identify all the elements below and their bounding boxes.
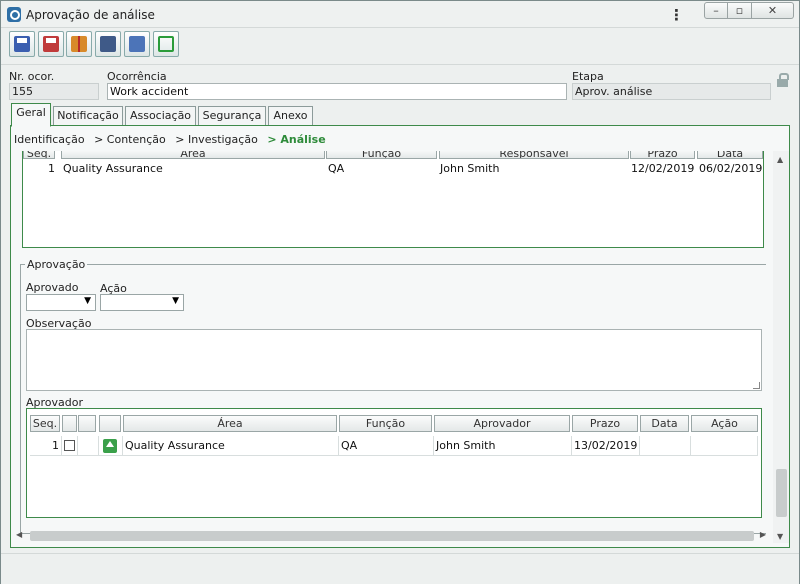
- gift-button[interactable]: [66, 31, 92, 57]
- acao-selected-value: [101, 295, 103, 308]
- row-prazo: 12/02/2019: [631, 162, 695, 175]
- binoculars-icon: [100, 36, 116, 52]
- column-header-acao[interactable]: Ação: [691, 415, 758, 432]
- refresh-button[interactable]: [153, 31, 179, 57]
- ocorrencia-field[interactable]: Work accident: [107, 83, 567, 100]
- vertical-scrollbar[interactable]: ▲ ▼: [773, 151, 789, 543]
- tab-anexo[interactable]: Anexo: [268, 106, 313, 126]
- app-logo-icon: [7, 7, 21, 22]
- aprovador-grid: Seq. Área Função Aprovador Prazo Data Aç…: [26, 408, 762, 518]
- nr-ocor-field: 155: [9, 83, 99, 100]
- save-button[interactable]: [9, 31, 35, 57]
- column-header-area[interactable]: Área: [61, 151, 325, 159]
- row-area: Quality Assurance: [63, 162, 163, 175]
- row-acao: [691, 436, 758, 456]
- column-header-status[interactable]: [99, 415, 121, 432]
- save-and-exit-icon: [43, 36, 59, 52]
- tab-associacao[interactable]: Associação: [125, 106, 196, 126]
- column-header-prazo[interactable]: Prazo: [572, 415, 638, 432]
- minimize-button[interactable]: –: [704, 2, 728, 19]
- column-header-seq[interactable]: Seq.: [23, 151, 55, 159]
- more-options-icon[interactable]: ⋮: [669, 6, 684, 24]
- column-header-prazo[interactable]: Prazo: [630, 151, 695, 159]
- scroll-right-icon[interactable]: ▶: [760, 530, 766, 539]
- row-funcao: QA: [339, 436, 434, 456]
- status-bar: [1, 553, 799, 584]
- row-data: 06/02/2019: [699, 162, 763, 175]
- row-prazo: 13/02/2019: [572, 436, 640, 456]
- aprovado-selected-value: [27, 295, 29, 308]
- row-data: [640, 436, 691, 456]
- scroll-left-icon[interactable]: ◀: [16, 530, 22, 539]
- resize-grip-icon[interactable]: [753, 382, 760, 389]
- breadcrumb-item-contencao[interactable]: > Contenção: [94, 133, 166, 146]
- breadcrumb-item-investigacao[interactable]: > Investigação: [175, 133, 258, 146]
- arrow-up-icon: [103, 439, 117, 453]
- row-area: Quality Assurance: [123, 436, 339, 456]
- close-button[interactable]: ✕: [752, 2, 794, 19]
- scrollbar-thumb[interactable]: [776, 469, 787, 517]
- aprovado-label: Aprovado: [26, 281, 79, 294]
- column-header-funcao[interactable]: Função: [326, 151, 437, 159]
- approval-window: Aprovação de análise ⋮ – ▫ ✕ Nr. ocor. 1…: [0, 0, 800, 584]
- save-and-exit-button[interactable]: [38, 31, 64, 57]
- save-icon: [14, 36, 30, 52]
- refresh-icon: [158, 36, 174, 52]
- breadcrumb: Identificação > Contenção > Investigação…: [14, 133, 332, 146]
- user-icon: [129, 36, 145, 52]
- column-header-area[interactable]: Área: [123, 415, 337, 432]
- row-checkbox-cell: [62, 436, 78, 456]
- breadcrumb-item-identificacao[interactable]: Identificação: [14, 133, 85, 146]
- approve-checkbox[interactable]: [64, 440, 75, 451]
- row-seq: 1: [48, 162, 55, 175]
- etapa-field: Aprov. análise: [572, 83, 771, 100]
- acao-select[interactable]: ▼: [100, 294, 184, 311]
- row-aprovador: John Smith: [434, 436, 572, 456]
- column-header-responsavel[interactable]: Responsável: [439, 151, 629, 159]
- maximize-button[interactable]: ▫: [728, 2, 752, 19]
- column-header-seq[interactable]: Seq.: [30, 415, 60, 432]
- gift-icon: [71, 36, 87, 52]
- nr-ocor-label: Nr. ocor.: [9, 70, 55, 83]
- row-seq: 1: [30, 436, 62, 456]
- ocorrencia-label: Ocorrência: [107, 70, 167, 83]
- column-header-data[interactable]: Data: [640, 415, 689, 432]
- tab-geral[interactable]: Geral: [11, 103, 51, 127]
- column-header-check[interactable]: [62, 415, 77, 432]
- row-blank-cell: [78, 436, 99, 456]
- row-responsavel: John Smith: [440, 162, 500, 175]
- tab-notificacao[interactable]: Notificação: [53, 106, 123, 126]
- window-title: Aprovação de análise: [26, 8, 155, 22]
- column-header-data[interactable]: Data: [697, 151, 763, 159]
- horizontal-scrollbar-thumb[interactable]: [30, 531, 754, 541]
- scroll-down-icon[interactable]: ▼: [777, 532, 783, 541]
- horizontal-scrollbar[interactable]: ◀ ▶: [10, 530, 768, 542]
- tab-seguranca[interactable]: Segurança: [198, 106, 266, 126]
- user-button[interactable]: [124, 31, 150, 57]
- row-funcao: QA: [328, 162, 345, 175]
- title-bar: Aprovação de análise ⋮ – ▫ ✕: [1, 1, 799, 28]
- toolbar-divider: [1, 64, 799, 65]
- column-header-aprovador[interactable]: Aprovador: [434, 415, 570, 432]
- chevron-down-icon: ▼: [84, 296, 91, 306]
- chevron-down-icon: ▼: [172, 296, 179, 306]
- observacao-textarea[interactable]: [26, 329, 762, 391]
- etapa-label: Etapa: [572, 70, 604, 83]
- aprovacao-legend: Aprovação: [25, 258, 88, 271]
- row-status-cell: [99, 436, 123, 456]
- scroll-up-icon[interactable]: ▲: [777, 155, 783, 164]
- geral-tab-panel: Identificação > Contenção > Investigação…: [10, 125, 790, 548]
- column-header-funcao[interactable]: Função: [339, 415, 432, 432]
- lock-icon[interactable]: [776, 73, 790, 89]
- aprovado-select[interactable]: ▼: [26, 294, 96, 311]
- analysis-grid: Seq. Área Função Responsável Prazo Data …: [22, 151, 764, 248]
- search-button[interactable]: [95, 31, 121, 57]
- breadcrumb-item-analise: > Análise: [267, 133, 326, 146]
- aprovacao-group: Aprovação Aprovado ▼ Ação ▼ Observação A…: [20, 258, 766, 534]
- column-header-blank[interactable]: [78, 415, 96, 432]
- scroll-content: Seq. Área Função Responsável Prazo Data …: [20, 151, 766, 543]
